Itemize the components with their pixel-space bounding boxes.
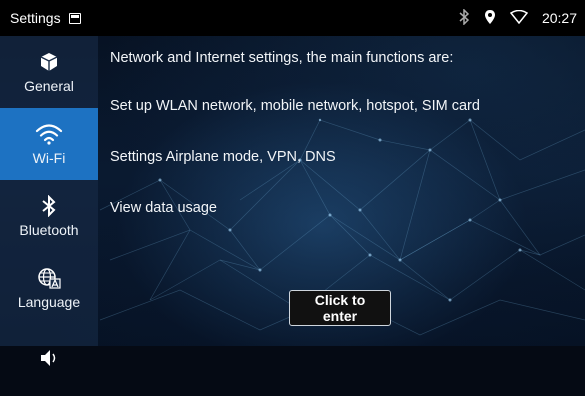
- wifi-signal-icon: [509, 9, 529, 27]
- bluetooth-icon: [458, 7, 470, 28]
- description-line: Set up WLAN network, mobile network, hot…: [110, 98, 480, 114]
- sidebar-item-label: Wi-Fi: [32, 150, 66, 166]
- description-line: View data usage: [110, 200, 217, 216]
- sidebar-item-bluetooth[interactable]: Bluetooth: [0, 180, 98, 252]
- description-line: Settings Airplane mode, VPN, DNS: [110, 149, 336, 165]
- language-icon: [37, 266, 61, 290]
- status-bar: Settings 20:27: [0, 0, 585, 36]
- sidebar-item-volume[interactable]: [0, 324, 98, 396]
- sidebar-item-language[interactable]: Language: [0, 252, 98, 324]
- sidebar-item-label: Bluetooth: [19, 222, 79, 238]
- wifi-icon: [35, 122, 63, 146]
- sidebar: General Wi-Fi Bluetooth Language: [0, 36, 98, 366]
- bluetooth-icon: [41, 194, 57, 218]
- sidebar-item-general[interactable]: General: [0, 36, 98, 108]
- volume-icon: [38, 346, 60, 370]
- clock: 20:27: [541, 10, 577, 26]
- sidebar-item-label: Language: [17, 294, 81, 310]
- notification-icon: [68, 12, 81, 24]
- location-icon: [484, 9, 496, 28]
- box-icon: [39, 50, 59, 74]
- click-to-enter-button[interactable]: Click to enter: [289, 290, 391, 326]
- description-heading: Network and Internet settings, the main …: [110, 50, 454, 66]
- status-app-title: Settings: [10, 10, 61, 26]
- sidebar-item-label: General: [24, 78, 74, 94]
- sidebar-item-wifi[interactable]: Wi-Fi: [0, 108, 98, 180]
- status-icons: 20:27: [458, 0, 577, 36]
